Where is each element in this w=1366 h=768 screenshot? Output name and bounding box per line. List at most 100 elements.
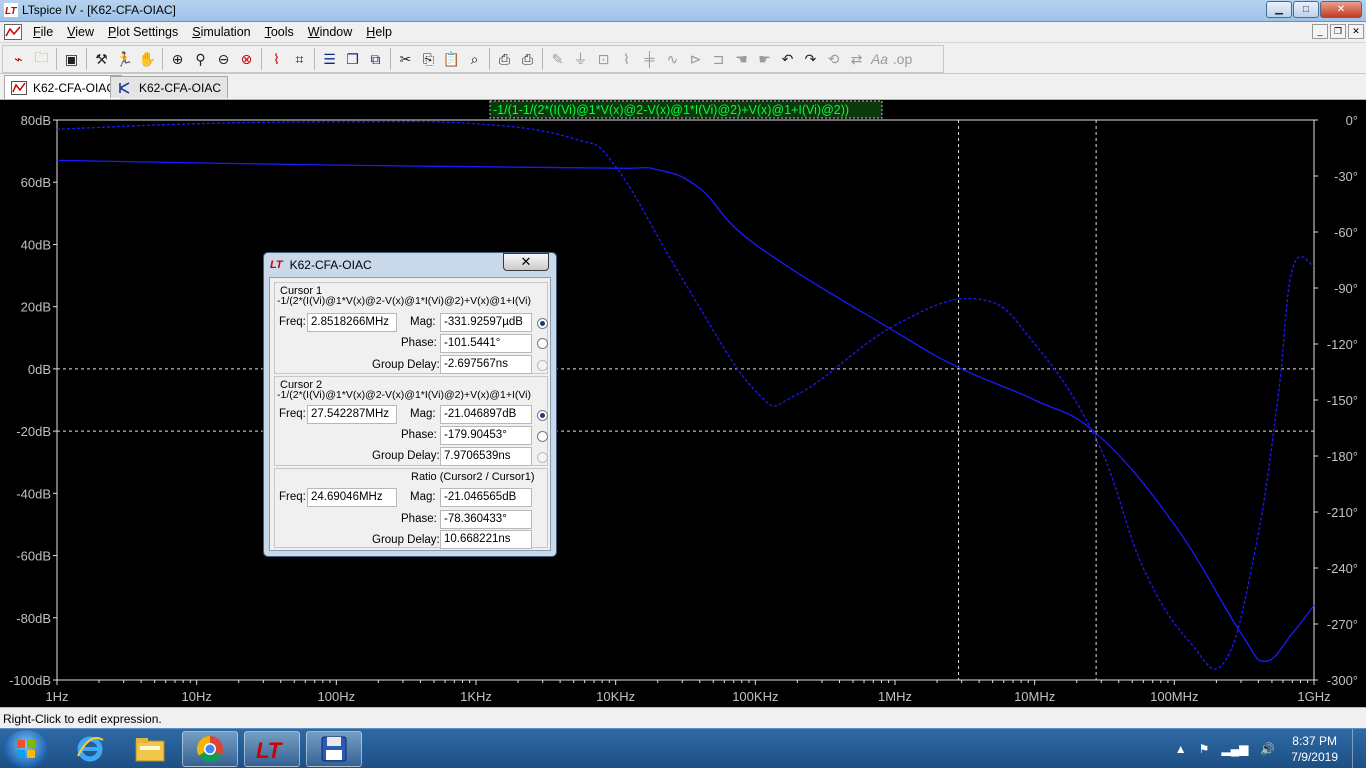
ratio-freq-field[interactable]: 24.69046MHz [307,488,397,507]
menu-file[interactable]: File [26,25,60,39]
network-signal-icon[interactable]: ▂▄▆ [1221,742,1248,756]
cursor1-mag-radio[interactable] [537,318,548,329]
right-tick-label: -180° [1327,449,1358,464]
menu-view[interactable]: View [60,25,101,39]
cursor2-phase-field[interactable]: -179.90453° [440,426,532,445]
zoom-out-icon[interactable]: ⊖ [212,48,235,70]
cursor1-phase-label: Phase: [401,337,437,349]
text-icon[interactable]: Aa [868,48,891,70]
menu-simulation[interactable]: Simulation [185,25,257,39]
zoom-cancel-icon[interactable]: ⊗ [235,48,258,70]
dialog-close-button[interactable]: ✕ [503,253,549,271]
cursor1-phase-radio[interactable] [537,338,548,349]
find-binoculars-icon[interactable]: ⌕ [463,48,486,70]
cut-icon[interactable]: ✂ [394,48,417,70]
tab-schematic[interactable]: K62-CFA-OIAC [110,76,229,98]
cursor2-freq-field[interactable]: 27.542287MHz [307,405,397,424]
menu-plot-settings[interactable]: Plot Settings [101,25,185,39]
ltspice-icon[interactable]: LT [244,731,300,767]
redo-icon[interactable]: ↷ [799,48,822,70]
left-tick-label: 60dB [21,175,51,190]
drag-hand-icon[interactable]: ☛ [753,48,776,70]
cursor1-gd-radio[interactable] [537,360,548,371]
minimize-button[interactable]: ▁ [1266,1,1292,18]
maximize-button[interactable]: □ [1293,1,1319,18]
tile-horizontal-icon[interactable]: ☰ [318,48,341,70]
internet-explorer-icon[interactable] [62,731,118,767]
run-icon[interactable]: 🏃 [113,48,136,70]
cursor1-phase-field[interactable]: -101.5441° [440,334,532,353]
cursor2-mag-radio[interactable] [537,410,548,421]
right-tick-label: -120° [1327,337,1358,352]
waveform-system-icon[interactable] [4,24,22,40]
cursor1-mag-field[interactable]: -331.92597µdB [440,313,532,332]
fft-icon[interactable]: ⌗ [288,48,311,70]
new-schematic-icon[interactable]: ⌁ [7,48,30,70]
autorange-icon[interactable]: ⌇ [265,48,288,70]
plot-canvas[interactable]: 80dB 60dB 40dB 20dB 0dB -20dB -40dB -60dB -80dB -… [0,100,1366,707]
ratio-mag-field[interactable]: -21.046565dB [440,488,532,507]
paste-icon[interactable]: 📋 [440,48,463,70]
action-center-flag-icon[interactable]: ⚑ [1199,742,1210,756]
component-icon[interactable]: ⊐ [707,48,730,70]
cursor1-gd-field[interactable]: -2.697567ns [440,355,532,374]
move-hand-icon[interactable]: ☚ [730,48,753,70]
cursor2-gd-radio[interactable] [537,452,548,463]
inductor-icon[interactable]: ∿ [661,48,684,70]
show-desktop-button[interactable] [1352,729,1366,768]
ground-icon[interactable]: ⏚ [569,48,592,70]
label-net-icon[interactable]: ⊡ [592,48,615,70]
save-icon[interactable]: ▣ [60,48,83,70]
volume-icon[interactable]: 🔊 [1260,742,1275,756]
windows-logo-icon [17,740,35,758]
show-hidden-icons-icon[interactable]: ▲ [1175,742,1187,756]
cursor2-phase-radio[interactable] [537,431,548,442]
waveform-plot[interactable]: 80dB 60dB 40dB 20dB 0dB -20dB -40dB -60dB -80dB -… [0,100,1366,707]
cursor1-gd-label: Group Delay: [372,359,440,371]
cascade-icon[interactable]: ❐ [341,48,364,70]
tab-waveform[interactable]: K62-CFA-OIAC [4,75,123,99]
cursor1-freq-field[interactable]: 2.8518266MHz [307,313,397,332]
mirror-icon[interactable]: ⇄ [845,48,868,70]
menu-window[interactable]: Window [301,25,359,39]
windows-start-button[interactable] [4,730,48,768]
file-explorer-icon[interactable] [122,731,178,767]
print-preview-icon[interactable]: ⎙ [493,48,516,70]
cursor-dialog[interactable]: LT K62-CFA-OIAC ✕ Cursor 1 -1/(2*(I(Vi)@… [263,252,557,557]
tab-label: K62-CFA-OIAC [139,80,222,95]
ltspice-logo-icon: LT [270,259,283,271]
ratio-gd-field[interactable]: 10.668221ns [440,530,532,549]
mdi-minimize-button[interactable]: _ [1312,24,1328,39]
mdi-restore-button[interactable]: ❐ [1330,24,1346,39]
cursor2-mag-field[interactable]: -21.046897dB [440,405,532,424]
floppy-save-icon[interactable] [306,731,362,767]
capacitor-icon[interactable]: ╪ [638,48,661,70]
resistor-icon[interactable]: ⌇ [615,48,638,70]
open-folder-icon[interactable]: 🗀 [30,48,53,70]
pan-icon[interactable]: ⚲ [189,48,212,70]
x-tick-label: 10MHz [1014,689,1055,704]
cursor2-phase-label: Phase: [401,429,437,441]
menu-tools[interactable]: Tools [258,25,301,39]
copy-icon[interactable]: ⎘ [417,48,440,70]
x-tick-label: 1GHz [1297,689,1330,704]
plot-frame [56,119,1315,681]
zoom-in-icon[interactable]: ⊕ [166,48,189,70]
ratio-phase-field[interactable]: -78.360433° [440,510,532,529]
chrome-icon[interactable] [182,731,238,767]
rotate-icon[interactable]: ⟲ [822,48,845,70]
mdi-close-button[interactable]: ✕ [1348,24,1364,39]
print-icon[interactable]: ⎙ [516,48,539,70]
clock[interactable]: 8:37 PM 7/9/2019 [1291,733,1338,765]
wire-pencil-icon[interactable]: ✎ [546,48,569,70]
undo-icon[interactable]: ↶ [776,48,799,70]
control-panel-icon[interactable]: ⚒ [90,48,113,70]
diode-icon[interactable]: ⊳ [684,48,707,70]
cursor2-gd-field[interactable]: 7.9706539ns [440,447,532,466]
halt-hand-icon[interactable]: ✋ [136,48,159,70]
tab-label: K62-CFA-OIAC [33,80,116,95]
close-window-icon[interactable]: ⧉ [364,48,387,70]
spice-directive-icon[interactable]: .op [891,48,914,70]
menu-help[interactable]: Help [359,25,399,39]
close-button[interactable]: ✕ [1320,1,1362,18]
